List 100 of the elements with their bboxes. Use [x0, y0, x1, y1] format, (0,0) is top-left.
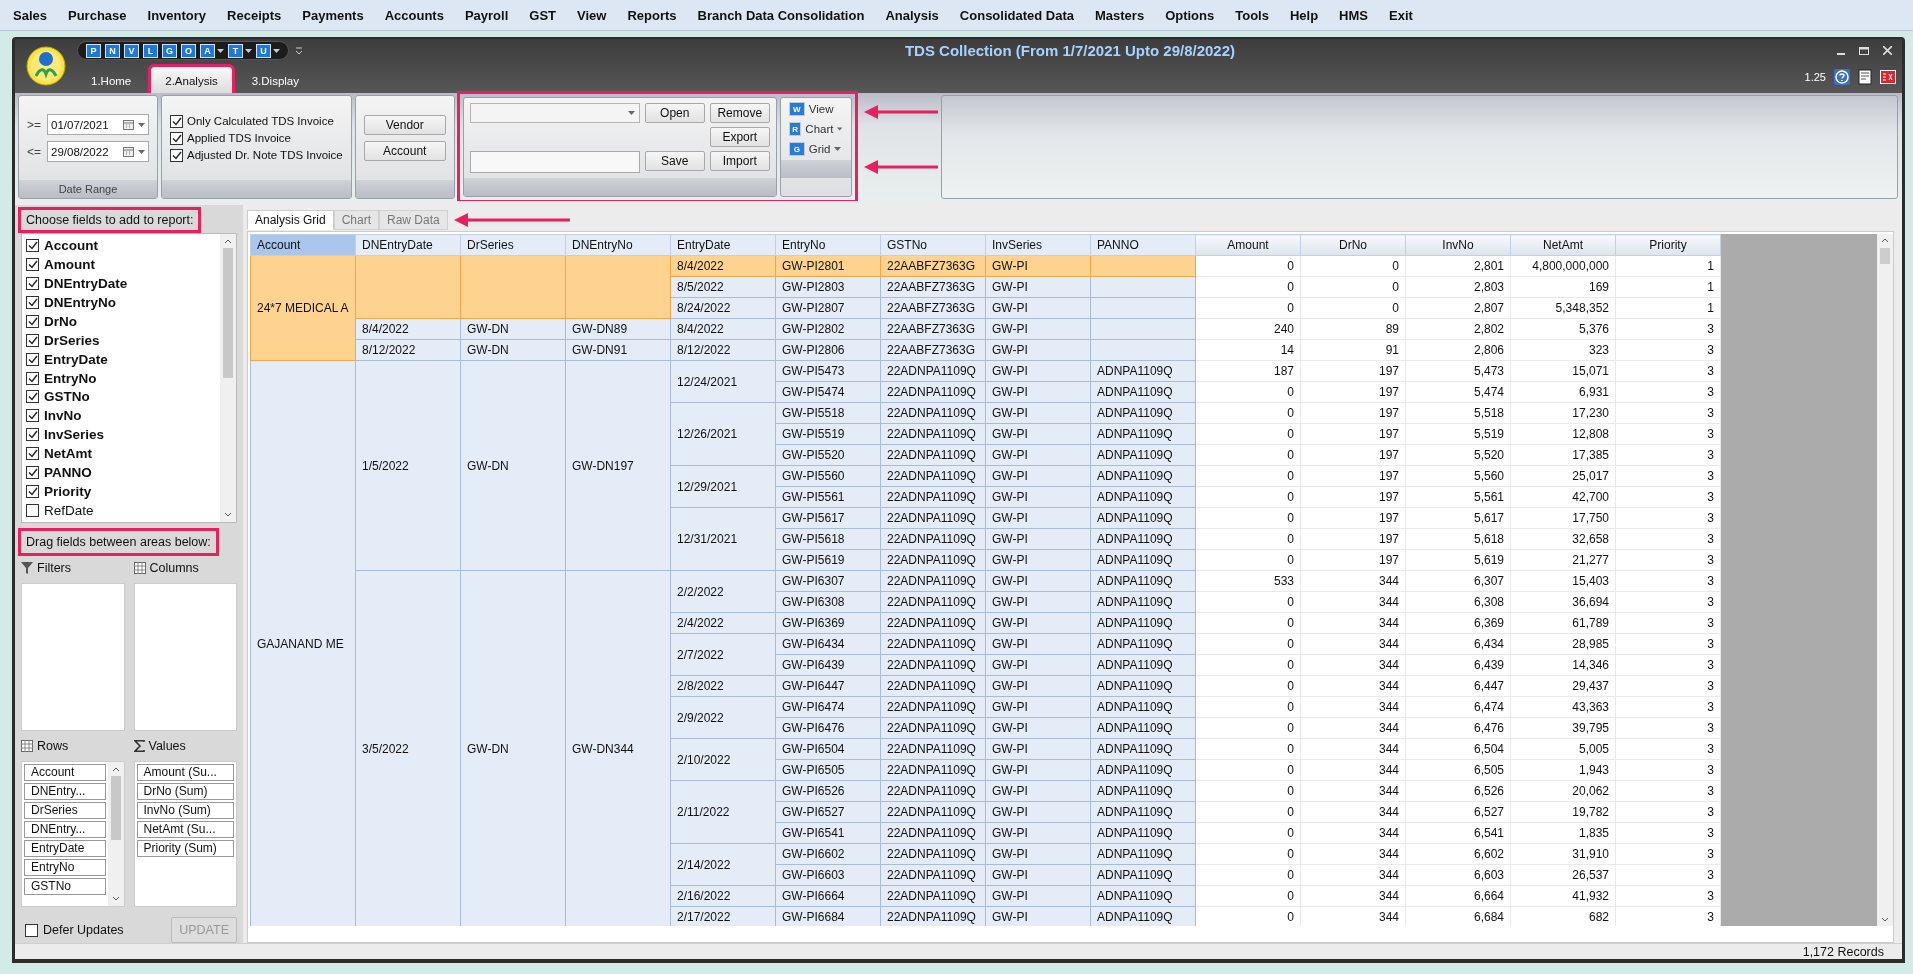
checkbox[interactable] — [26, 428, 39, 442]
layout-name-field[interactable] — [469, 151, 640, 173]
ribbon-tab[interactable]: 1.Home — [77, 67, 146, 93]
menu-item[interactable]: View — [577, 7, 607, 23]
grid-tab[interactable]: Chart — [333, 210, 380, 230]
area-field[interactable]: Account — [24, 764, 106, 781]
column-header[interactable]: GSTNo — [880, 234, 986, 256]
close-icon[interactable] — [1883, 46, 1892, 55]
menu-item[interactable]: Purchase — [68, 7, 127, 23]
scroll-thumb[interactable] — [223, 248, 233, 378]
exit-icon[interactable] — [1880, 70, 1896, 84]
menu-item[interactable]: Exit — [1389, 7, 1413, 23]
ribbon-tab[interactable]: 2.Analysis — [151, 67, 232, 93]
checkbox[interactable] — [26, 504, 39, 518]
column-header[interactable]: DNEntryDate — [355, 234, 461, 256]
menu-item[interactable]: Branch Data Consolidation — [697, 7, 865, 23]
area-field[interactable]: Priority (Sum) — [136, 840, 234, 857]
menu-item[interactable]: GST — [529, 7, 556, 23]
menu-item[interactable]: Accounts — [384, 7, 444, 23]
calendar-icon[interactable] — [123, 119, 134, 130]
checkbox[interactable] — [26, 352, 39, 366]
column-header[interactable]: PANNO — [1090, 234, 1196, 256]
date-field[interactable]: 01/07/2021 — [47, 114, 149, 135]
column-header[interactable]: DNEntryNo — [565, 234, 671, 256]
checkbox[interactable] — [26, 466, 39, 480]
checkbox[interactable] — [26, 333, 39, 347]
view-button[interactable]: R Chart — [788, 122, 843, 136]
checkbox[interactable] — [170, 148, 183, 162]
area-field[interactable]: EntryNo — [24, 859, 106, 876]
area-field[interactable]: Amount (Su... — [136, 764, 234, 781]
area-field[interactable]: GSTNo — [24, 878, 106, 895]
area-field[interactable]: InvNo (Sum) — [136, 802, 234, 819]
date-field[interactable]: 29/08/2022 — [47, 141, 149, 162]
quick-access-button[interactable]: G — [162, 43, 177, 58]
grid-tab[interactable]: Analysis Grid — [247, 210, 334, 230]
column-header[interactable]: EntryNo — [775, 234, 881, 256]
quick-access-button[interactable]: T — [228, 43, 243, 58]
checkbox[interactable] — [26, 276, 39, 290]
area-field[interactable]: DrSeries — [24, 802, 106, 819]
scroll-thumb[interactable] — [1880, 248, 1890, 264]
checkbox[interactable] — [170, 131, 183, 145]
scrollbar[interactable] — [220, 234, 236, 522]
checkbox[interactable] — [26, 257, 39, 271]
layout-button[interactable]: Open — [644, 103, 705, 123]
document-icon[interactable] — [1858, 69, 1872, 85]
quick-access-button[interactable]: O — [181, 43, 196, 58]
checkbox[interactable] — [26, 238, 39, 252]
checkbox[interactable] — [26, 295, 39, 309]
area-field[interactable]: DrNo (Sum) — [136, 783, 234, 800]
help-icon[interactable] — [1834, 69, 1850, 85]
menu-item[interactable]: Help — [1289, 7, 1319, 23]
quick-access-button[interactable]: N — [105, 43, 120, 58]
column-header[interactable]: InvNo — [1405, 234, 1511, 256]
ribbon-tab[interactable]: 3.Display — [237, 67, 313, 93]
calendar-icon[interactable] — [123, 146, 134, 157]
checkbox[interactable] — [26, 409, 39, 423]
checkbox[interactable] — [25, 923, 38, 937]
area-field[interactable]: DNEntry... — [24, 821, 106, 838]
menu-item[interactable]: Consolidated Data — [959, 7, 1074, 23]
checkbox[interactable] — [26, 447, 39, 461]
menu-item[interactable]: Payroll — [464, 7, 509, 23]
layout-button[interactable]: Export — [709, 127, 770, 147]
menu-item[interactable]: HMS — [1339, 7, 1368, 23]
view-button[interactable]: G Grid — [788, 142, 843, 156]
quick-access-button[interactable]: L — [143, 43, 158, 58]
column-header[interactable]: DrNo — [1300, 234, 1406, 256]
layout-button[interactable]: Remove — [709, 103, 770, 123]
checkbox[interactable] — [26, 314, 39, 328]
scrollbar[interactable] — [107, 762, 124, 906]
menu-item[interactable]: Analysis — [885, 7, 939, 23]
quick-access-button[interactable]: P — [86, 43, 101, 58]
area-field[interactable]: EntryDate — [24, 840, 106, 857]
column-header[interactable]: Priority — [1615, 234, 1721, 256]
checkbox[interactable] — [26, 390, 39, 404]
layout-button[interactable]: Save — [644, 151, 705, 171]
quick-access-button[interactable]: U — [256, 43, 271, 58]
area-field[interactable]: NetAmt (Su... — [136, 821, 234, 838]
maximize-icon[interactable] — [1859, 46, 1869, 55]
column-header[interactable]: EntryDate — [670, 234, 776, 256]
quick-access-button[interactable]: A — [200, 43, 215, 58]
view-button[interactable]: W View — [788, 102, 843, 116]
customize-icon[interactable] — [295, 46, 303, 55]
column-header[interactable]: InvSeries — [985, 234, 1091, 256]
menu-item[interactable]: Reports — [627, 7, 677, 23]
grid-tab[interactable]: Raw Data — [379, 210, 448, 230]
column-header[interactable]: Account — [250, 234, 356, 256]
quick-access-button[interactable]: V — [124, 43, 139, 58]
menu-item[interactable]: Sales — [13, 7, 47, 23]
checkbox[interactable] — [26, 485, 39, 499]
column-header[interactable]: Amount — [1195, 234, 1301, 256]
filter-button[interactable]: Vendor — [363, 115, 446, 135]
menu-item[interactable]: Inventory — [147, 7, 207, 23]
menu-item[interactable]: Masters — [1095, 7, 1145, 23]
menu-item[interactable]: Receipts — [227, 7, 282, 23]
layout-button[interactable]: Import — [709, 151, 770, 171]
scrollbar[interactable] — [1877, 234, 1893, 926]
menu-item[interactable]: Options — [1165, 7, 1215, 23]
area-field[interactable]: DNEntry... — [24, 783, 106, 800]
filter-button[interactable]: Account — [363, 141, 446, 161]
scroll-thumb[interactable] — [110, 776, 121, 840]
